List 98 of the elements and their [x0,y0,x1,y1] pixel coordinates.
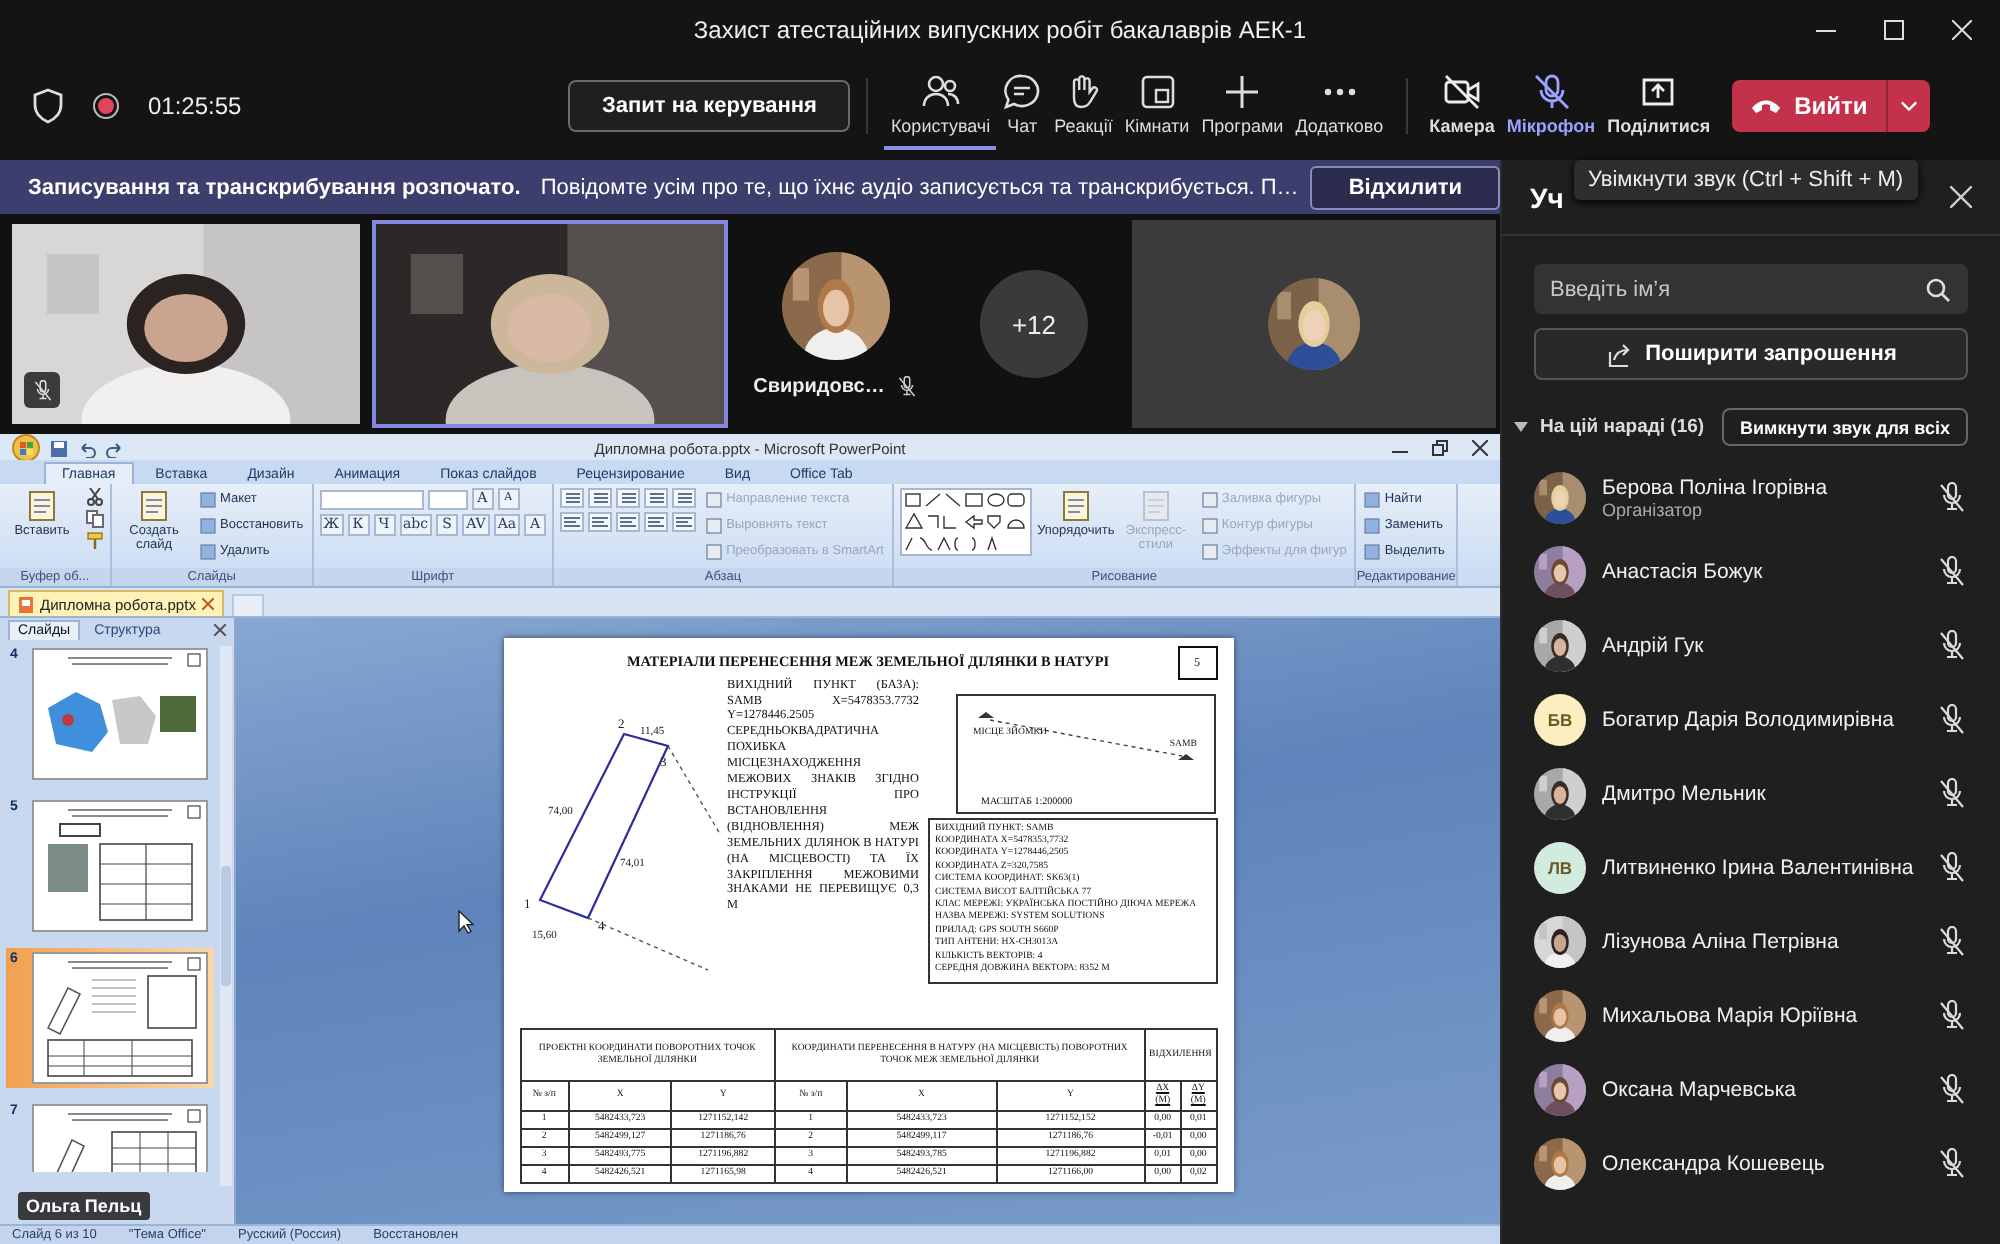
list-icon[interactable] [560,488,585,508]
list-icon[interactable] [616,488,641,508]
undo-icon[interactable] [78,439,96,457]
share-icon [1605,341,1632,367]
participant-name: Анастасія Божук [1602,559,1765,583]
plus-icon [1222,72,1263,112]
section-header[interactable]: На цій нараді (16) [1514,416,1705,438]
caret-icon [1514,422,1528,432]
font-name-field[interactable] [319,489,424,509]
restore-icon[interactable] [1432,440,1448,456]
participant-name: Олександра Кошевець [1602,1151,1827,1175]
banner-message: Повідомте усім про те, що їхнє аудіо записується та транскрибується. П… [540,175,1299,199]
slide-thumbnail[interactable] [32,800,208,932]
participant-row[interactable]: БВ Богатир Дарія Володимирівна [1502,682,2000,756]
request-control-button[interactable]: Запит на керування [568,80,851,132]
mute-all-button[interactable]: Вимкнути звук для всіх [1722,408,1968,446]
toolbar-button[interactable]: Реакції [1048,62,1119,150]
participant-row[interactable]: Лізунова Аліна Петрівна [1502,904,2000,978]
document-icon [1139,490,1172,522]
copy-icon[interactable] [86,510,104,528]
participant-name: Литвиненко Ірина Валентинівна [1602,855,1916,879]
participant-row[interactable]: Андрій Гук [1502,608,2000,682]
font-size-field[interactable] [427,489,468,509]
list-icon[interactable] [644,488,669,508]
muted-mic-icon [31,379,53,401]
file-icon [18,595,34,613]
slide-thumbnail[interactable] [32,952,208,1084]
phone-icon [1750,96,1783,116]
avatar: БВ [1534,693,1586,745]
shapes-gallery-icon[interactable] [899,488,1032,556]
caret-icon [1899,100,1918,112]
list-icon[interactable] [588,488,613,508]
maximize-icon[interactable] [1884,20,1904,40]
avatar: ЛВ [1534,841,1586,893]
shield-icon [32,88,64,124]
participant-name: Лізунова Аліна Петрівна [1602,929,1841,953]
participant-row[interactable]: Анастасія Божук [1502,534,2000,608]
document-icon [138,490,170,522]
participant-name: Михальова Марія Юріївна [1602,1003,1860,1027]
toolbar-button[interactable]: Користувачі [884,62,997,150]
align-icon[interactable] [672,512,697,532]
participant-name: Богатир Дарія Володимирівна [1602,707,1897,731]
toolbar-button[interactable]: Кімнати [1118,62,1196,150]
toolbar-button[interactable]: Програми [1195,62,1290,150]
participant-row[interactable]: ЛВ Литвиненко Ірина Валентинівна [1502,830,2000,904]
participant-name: Андрій Гук [1602,633,1706,657]
toolbar-button[interactable]: Чат [996,62,1049,150]
presenter-name: Ольга Пельц [18,1192,150,1220]
align-icon[interactable] [560,512,585,532]
search-field[interactable]: Введіть ім’я [1534,264,1968,314]
participant-name: Свиридовс… [753,375,885,397]
document-icon [1059,490,1092,522]
tooltip: Увімкнути звук (Ctrl + Shift + M) [1574,160,1918,200]
redo-icon[interactable] [106,439,124,457]
participant-role: Організатор [1602,499,1705,519]
toolbar-button[interactable]: Додатково [1289,62,1390,150]
participant-name: Дмитро Мельник [1602,781,1768,805]
panel-title: Уч [1530,181,1564,213]
office-logo-icon[interactable] [12,434,40,462]
call-timer: 01:25:55 [148,92,242,120]
participant-row[interactable]: Михальова Марія Юріївна [1502,978,2000,1052]
leave-options-button[interactable] [1885,80,1930,132]
close-icon[interactable] [1472,440,1488,456]
toolbar-button[interactable]: Камера [1423,62,1501,150]
toolbar-button[interactable]: Мікрофон [1500,62,1602,150]
document-icon [26,490,58,522]
chat-icon [1002,72,1043,112]
search-icon [1926,278,1950,302]
more-icon [1323,88,1356,96]
close-icon [201,598,214,610]
toolbar-button[interactable]: Поділитися [1601,62,1717,150]
scissors-icon[interactable] [86,488,104,506]
save-icon[interactable] [50,439,68,457]
window-title: Захист атестаційних випускних робіт бакалаврів АЕК-1 [693,16,1307,44]
squares-icon [1137,72,1178,112]
participant-row[interactable]: Берова Поліна Ігорівна Організатор [1502,460,2000,534]
slide-thumbnail[interactable] [32,648,208,780]
leave-button[interactable]: Вийти [1732,80,1886,132]
brush-icon[interactable] [86,532,104,550]
participant-name: Оксана Марчевська [1602,1077,1798,1101]
participant-row[interactable]: Дмитро Мельник [1502,756,2000,830]
banner-title: Записування та транскрибування розпочато. [28,175,521,199]
participant-row[interactable]: Олександра Кошевець [1502,1126,2000,1200]
participant-name: Берова Поліна Ігорівна [1602,475,1830,499]
align-icon[interactable] [588,512,613,532]
dismiss-button[interactable]: Відхилити [1310,165,1501,209]
list-icon[interactable] [672,488,697,508]
camera-off-icon [1442,72,1483,112]
participant-row[interactable]: Оксана Марчевська [1502,1052,2000,1126]
people-icon [920,72,961,112]
scrollbar-icon[interactable] [220,646,232,1186]
align-icon[interactable] [644,512,669,532]
align-icon[interactable] [616,512,641,532]
more-participants-badge[interactable]: +12 [980,270,1088,378]
muted-mic-icon [1531,72,1571,112]
video-tile[interactable] [1132,220,1496,428]
invite-button[interactable]: Поширити запрошення [1534,328,1968,380]
mouse-cursor-icon [458,910,474,934]
